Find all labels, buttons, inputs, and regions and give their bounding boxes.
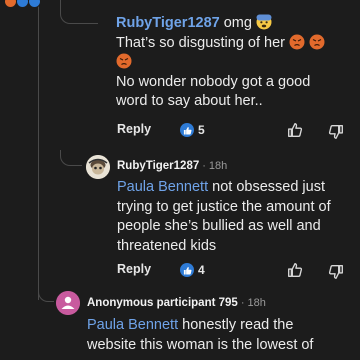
comment-text: website this woman is the lowest of [87, 336, 314, 353]
mention-link[interactable]: Paula Bennett [117, 179, 208, 195]
comment-body: Paula Bennett not obsessed just trying t… [117, 178, 357, 256]
comment-line: Paula Bennett not obsessed just [117, 178, 357, 198]
separator-dot: · [240, 297, 245, 309]
comment-text: people she’s bullied as well and [117, 218, 321, 234]
mention-link[interactable]: Paula Bennett [87, 317, 178, 333]
comment-line: RubyTiger1287 omg [116, 14, 356, 34]
comment-author[interactable]: RubyTiger1287 [116, 15, 220, 31]
reply-button[interactable]: Reply [117, 122, 151, 136]
like-icon [180, 263, 194, 277]
comment-author[interactable]: RubyTiger1287 [117, 160, 199, 172]
comment-text: word to say about her.. [116, 93, 263, 109]
comment-timestamp: 18h [208, 160, 228, 172]
comment-header: Anonymous participant 795 · 18h [87, 293, 266, 313]
thread-connector [60, 150, 82, 166]
thumbs-up-icon[interactable] [286, 121, 304, 139]
angry-face-icon [289, 34, 305, 49]
comment-text: honestly read the [182, 317, 294, 333]
angry-face-icon [309, 34, 325, 49]
comment-text: That’s so disgusting of her [116, 34, 285, 51]
comment-text: omg [223, 15, 252, 31]
angry-face-icon [116, 53, 132, 69]
comment-text: No wonder nobody got a good [116, 73, 311, 90]
like-count: 5 [198, 123, 205, 137]
like-icon [180, 123, 194, 137]
comment-text: not obsessed just [212, 179, 325, 195]
comment-text: threatened kids [117, 237, 217, 254]
comment-body: Paula Bennett honestly read the website … [87, 316, 357, 355]
comment-line: Paula Bennett honestly read the [87, 316, 357, 336]
thread-connector [38, 288, 54, 302]
comment-header: RubyTiger1287 · 18h [117, 156, 227, 176]
comment-text: trying to get justice the amount of [117, 198, 331, 215]
thumbs-down-icon[interactable] [327, 263, 345, 281]
avatar[interactable] [56, 291, 80, 315]
fearful-face-icon [256, 14, 272, 30]
reply-button[interactable]: Reply [117, 262, 151, 276]
comment-timestamp: 18h [247, 297, 266, 309]
like-react-icon [28, 0, 41, 8]
separator-dot: · [202, 160, 206, 172]
comment-line [116, 53, 356, 73]
avatar[interactable] [86, 155, 110, 179]
like-count: 4 [198, 263, 205, 277]
comment-author[interactable]: Anonymous participant 795 [87, 297, 238, 309]
comment-body: RubyTiger1287 omg That’s so disgusting o… [116, 14, 356, 112]
comment-line: That’s so disgusting of her [116, 34, 356, 54]
thread-line [38, 0, 39, 300]
thread-connector [60, 12, 98, 24]
thumbs-down-icon[interactable] [327, 123, 345, 141]
thumbs-up-icon[interactable] [286, 261, 304, 279]
reaction-strip [0, 0, 360, 8]
